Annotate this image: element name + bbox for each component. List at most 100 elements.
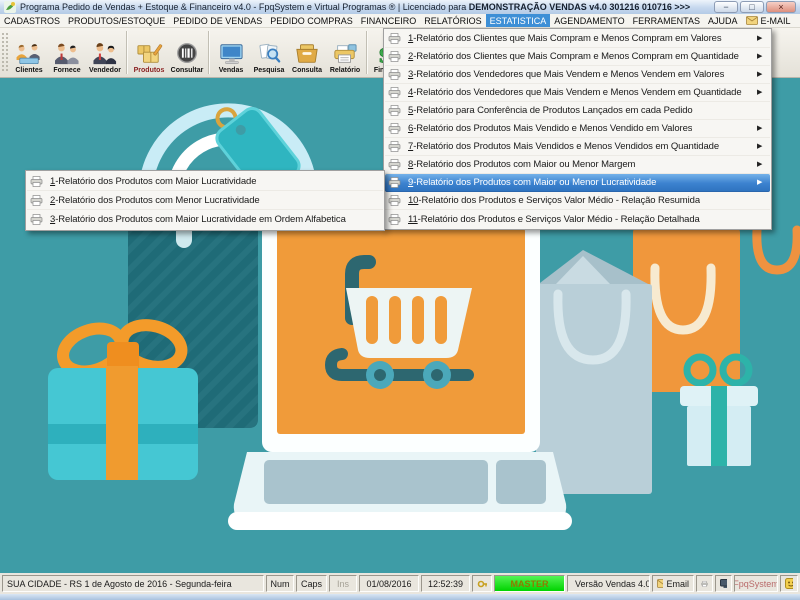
toolbar-separator: [126, 31, 128, 74]
vendas-icon: [216, 41, 246, 67]
app-icon: [4, 1, 16, 13]
status-master-badge: MASTER: [494, 575, 565, 592]
menubar-item[interactable]: PRODUTOS/ESTOQUE: [64, 14, 169, 27]
menu-item[interactable]: 1-Relatório dos Produtos com Maior Lucra…: [27, 172, 383, 191]
title-bar: Programa Pedido de Vendas + Estoque & Fi…: [0, 0, 800, 14]
submenu-arrow-icon: [757, 53, 767, 60]
printer-icon: [388, 87, 408, 98]
menu-item[interactable]: 7-Relatório dos Produtos Mais Vendidos e…: [385, 138, 770, 156]
status-email[interactable]: Email: [652, 575, 694, 592]
menu-bar: CADASTROS PRODUTOS/ESTOQUE PEDIDO DE VEN…: [0, 14, 800, 28]
menu-item[interactable]: 2-Relatório dos Produtos com Menor Lucra…: [27, 191, 383, 210]
menubar-item[interactable]: ESTATISTICA: [486, 14, 551, 27]
status-brand: FpqSystem: [734, 575, 778, 592]
toolbar-grip[interactable]: [1, 32, 9, 73]
toolbar-button-consulta[interactable]: Consulta: [288, 28, 326, 77]
submenu-arrow-icon: [757, 143, 767, 150]
email-icon: [746, 16, 758, 25]
consultar-icon: [172, 41, 202, 67]
toolbar-separator: [208, 31, 210, 74]
maximize-button[interactable]: □: [740, 1, 764, 13]
teal-gift-box: [48, 319, 198, 480]
toolbar-button-vendedor[interactable]: Vendedor: [86, 28, 124, 77]
menu-item[interactable]: 5-Relatório para Conferência de Produtos…: [385, 102, 770, 120]
printer-icon: [388, 123, 408, 134]
menubar-item[interactable]: FERRAMENTAS: [629, 14, 704, 27]
lucratividade-submenu: 1-Relatório dos Produtos com Maior Lucra…: [25, 170, 385, 231]
menu-item[interactable]: 6-Relatório dos Produtos Mais Vendido e …: [385, 120, 770, 138]
consulta-icon: [292, 41, 322, 67]
smiley-icon: [780, 575, 798, 592]
status-date: 01/08/2016: [359, 575, 419, 592]
menubar-item[interactable]: PEDIDO DE VENDAS: [169, 14, 266, 27]
toolbar-button-clientes[interactable]: Clientes: [10, 28, 48, 77]
printer-icon: [388, 177, 408, 188]
menu-item[interactable]: 9-Relatório dos Produtos com Maior ou Me…: [385, 174, 770, 192]
printer-icon: [388, 159, 408, 170]
monitor-icon[interactable]: [715, 575, 732, 592]
clientes-icon: [14, 41, 44, 67]
menu-item[interactable]: 10-Relatório dos Produtos e Serviços Val…: [385, 192, 770, 210]
window-title: Programa Pedido de Vendas + Estoque & Fi…: [20, 2, 690, 12]
pesquisa-icon: [254, 41, 284, 67]
submenu-arrow-icon: [757, 179, 767, 186]
menubar-item[interactable]: E-MAIL: [742, 14, 795, 27]
menubar-item[interactable]: AGENDAMENTO: [550, 14, 628, 27]
menu-item[interactable]: 8-Relatório dos Produtos com Maior ou Me…: [385, 156, 770, 174]
menu-item[interactable]: 1-Relatório dos Clientes que Mais Compra…: [385, 30, 770, 48]
app-window: Programa Pedido de Vendas + Estoque & Fi…: [0, 0, 800, 600]
toolbar-button-fornece[interactable]: Fornece: [48, 28, 86, 77]
menu-item[interactable]: 11-Relatório dos Produtos e Serviços Val…: [385, 210, 770, 228]
printer-icon: [30, 214, 50, 225]
status-location: SUA CIDADE - RS 1 de Agosto de 2016 - Se…: [2, 575, 264, 592]
laptop-touchpad: [496, 460, 546, 504]
printer-icon: [30, 176, 50, 187]
submenu-arrow-icon: [757, 71, 767, 78]
fornece-icon: [52, 41, 82, 67]
estatistica-dropdown-menu: 1-Relatório dos Clientes que Mais Compra…: [383, 28, 772, 230]
menubar-item[interactable]: PEDIDO COMPRAS: [266, 14, 357, 27]
toolbar-button-relatorio[interactable]: Relatório: [326, 28, 364, 77]
menubar-item[interactable]: CADASTROS: [0, 14, 64, 27]
laptop-keyboard: [264, 460, 488, 504]
printer-icon: [388, 214, 408, 225]
toolbar-button-vendas[interactable]: Vendas: [212, 28, 250, 77]
printer-icon: [388, 69, 408, 80]
printer-icon: [388, 33, 408, 44]
vendedor-icon: [90, 41, 120, 67]
minimize-button[interactable]: −: [714, 1, 738, 13]
status-insert: Ins: [329, 575, 357, 592]
toolbar-separator: [366, 31, 368, 74]
printer-icon: [388, 141, 408, 152]
printer-icon: [388, 105, 408, 116]
status-version: Versão Vendas 4.0: [567, 575, 650, 592]
printer-icon[interactable]: [696, 575, 713, 592]
key-icon: [472, 575, 492, 592]
laptop: [228, 218, 572, 530]
submenu-arrow-icon: [757, 35, 767, 42]
menu-item[interactable]: 3-Relatório dos Vendedores que Mais Vend…: [385, 66, 770, 84]
produtos-icon: [134, 41, 164, 67]
menu-item[interactable]: 2-Relatório dos Clientes que Mais Compra…: [385, 48, 770, 66]
email-icon: [657, 579, 663, 588]
printer-icon: [388, 51, 408, 62]
toolbar-button-produtos[interactable]: Produtos: [130, 28, 168, 77]
menubar-item[interactable]: FINANCEIRO: [357, 14, 421, 27]
menu-item[interactable]: 3-Relatório dos Produtos com Maior Lucra…: [27, 210, 383, 229]
status-caps-lock: Caps: [296, 575, 327, 592]
printer-icon: [388, 195, 408, 206]
status-time: 12:52:39: [421, 575, 470, 592]
status-bar: SUA CIDADE - RS 1 de Agosto de 2016 - Se…: [0, 573, 800, 594]
close-button[interactable]: ×: [766, 1, 796, 13]
toolbar-button-consultar[interactable]: Consultar: [168, 28, 206, 77]
status-num-lock: Num: [266, 575, 294, 592]
window-bottom-border: [0, 594, 800, 600]
printer-icon: [30, 195, 50, 206]
toolbar-button-pesquisa[interactable]: Pesquisa: [250, 28, 288, 77]
menubar-item[interactable]: RELATÓRIOS: [420, 14, 485, 27]
submenu-arrow-icon: [757, 161, 767, 168]
relatorio-icon: [330, 41, 360, 67]
submenu-arrow-icon: [757, 89, 767, 96]
menubar-item[interactable]: AJUDA: [704, 14, 742, 27]
menu-item[interactable]: 4-Relatório dos Vendedores que Mais Vend…: [385, 84, 770, 102]
